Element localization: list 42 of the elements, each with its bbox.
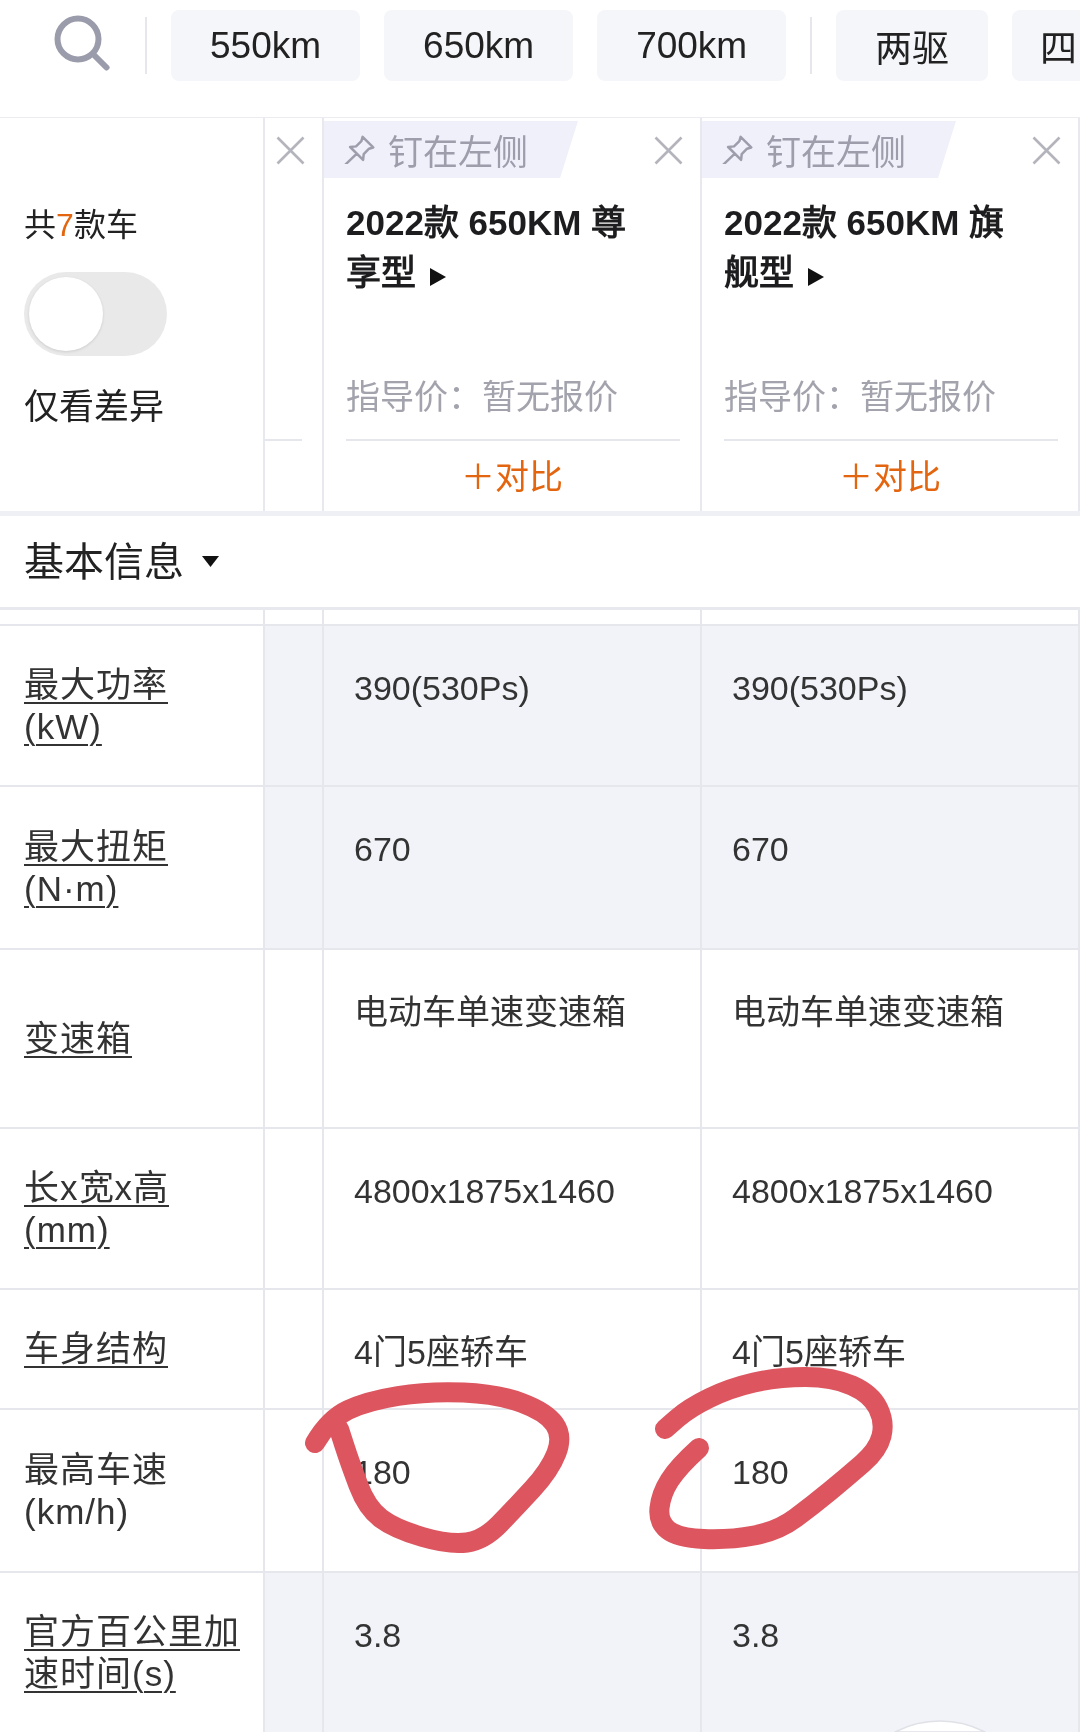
spec-value: 3.8 (732, 1616, 780, 1654)
spec-value: 670 (732, 830, 789, 868)
car-price: 指导价：暂无报价 (724, 378, 996, 416)
filter-chip[interactable]: 两驱 (836, 10, 989, 81)
spec-value: 670 (354, 830, 411, 868)
model-count: 共7款车 (24, 206, 138, 245)
spec-label: 最高车速(km/h) (24, 1448, 169, 1533)
car-title[interactable]: 2022款 650KM 尊享型 (346, 198, 646, 298)
spec-value: 4800x1875x1460 (354, 1172, 615, 1210)
close-icon[interactable] (1032, 136, 1061, 165)
search-icon[interactable] (54, 15, 110, 71)
spec-link[interactable]: 官方百公里加速时间(s) (24, 1610, 243, 1695)
floating-button[interactable] (893, 1719, 987, 1732)
spec-link[interactable]: 最大扭矩(N·m) (24, 825, 243, 910)
empty-cell (265, 610, 322, 624)
spec-value: 390(530Ps) (732, 669, 908, 707)
filter-chip[interactable]: 700km (597, 10, 787, 81)
spec-link[interactable]: 车身结构 (24, 1328, 168, 1370)
spec-value: 4800x1875x1460 (732, 1172, 993, 1210)
spec-value: 电动车单速变速箱 (354, 993, 626, 1031)
spec-link[interactable]: 长x宽x高(mm) (24, 1166, 243, 1251)
close-icon[interactable] (654, 136, 683, 165)
pin-icon (344, 135, 375, 164)
spec-link[interactable]: 最大功率(kW) (24, 663, 243, 748)
filter-chip[interactable]: 650km (384, 10, 574, 81)
spec-value: 4门5座轿车 (732, 1333, 906, 1371)
car-price: 指导价：暂无报价 (346, 378, 618, 416)
spec-value: 4门5座轿车 (354, 1333, 528, 1371)
caret-right-icon (808, 268, 824, 286)
spec-link[interactable]: 变速箱 (24, 1017, 132, 1060)
spec-value: 电动车单速变速箱 (732, 993, 1004, 1031)
spec-value: 3.8 (354, 1616, 402, 1654)
caret-right-icon (430, 268, 446, 286)
close-icon[interactable] (276, 136, 305, 165)
filter-chip[interactable]: 四 (1012, 10, 1080, 81)
car-title[interactable]: 2022款 650KM 旗舰型 (724, 198, 1024, 298)
spec-value: 180 (732, 1453, 789, 1491)
spec-value: 390(530Ps) (354, 669, 530, 707)
toggle-label: 仅看差异 (24, 386, 164, 428)
filter-chip[interactable]: 550km (171, 10, 361, 81)
section-toggle[interactable]: 基本信息 (24, 537, 219, 586)
pin-icon (722, 135, 753, 164)
